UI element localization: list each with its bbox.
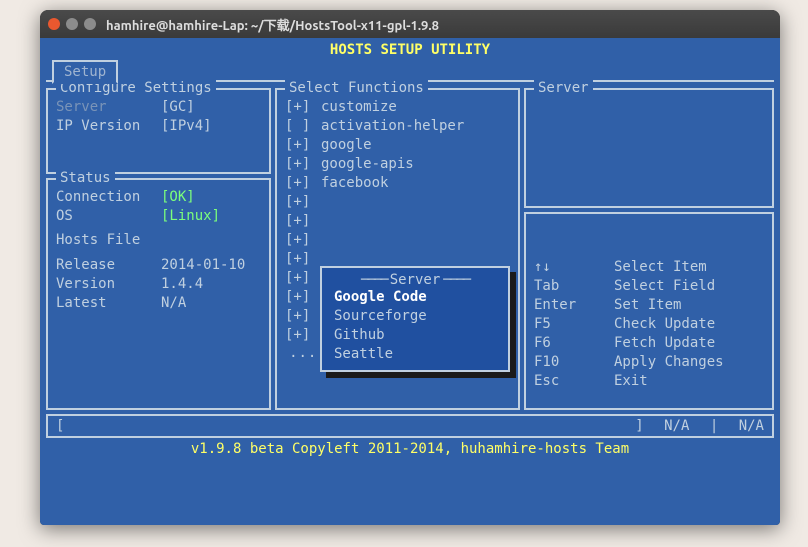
window-minimize-button[interactable] (66, 18, 78, 30)
statusbar-field2: N/A (739, 416, 764, 436)
help-row: EnterSet Item (534, 296, 764, 315)
help-desc: Check Update (614, 315, 715, 334)
help-row: ↑↓Select Item (534, 258, 764, 277)
server-panel: Server (524, 88, 774, 208)
release-label: Release (56, 256, 161, 275)
left-column: Configure Settings Server [GC] IP Versio… (46, 88, 271, 410)
popup-item-seattle[interactable]: Seattle (322, 345, 508, 364)
status-connection-label: Connection (56, 188, 161, 207)
status-panel: Status Connection [OK] OS [Linux] Hosts … (46, 178, 271, 410)
func-item[interactable]: [+]google (285, 136, 510, 155)
func-item[interactable]: [+]facebook (285, 174, 510, 193)
terminal-content: HOSTS SETUP UTILITY Setup Configure Sett… (40, 38, 780, 525)
help-row: F5Check Update (534, 315, 764, 334)
tab-row: Setup (46, 60, 774, 82)
window-titlebar[interactable]: hamhire@hamhire-Lap: ~/下载/HostsTool-x11-… (40, 10, 780, 38)
tab-setup[interactable]: Setup (52, 60, 118, 84)
status-os-value: [Linux] (161, 207, 220, 226)
latest-row: Latest N/A (56, 294, 261, 313)
help-key: F5 (534, 315, 614, 334)
window-title: hamhire@hamhire-Lap: ~/下载/HostsTool-x11-… (106, 15, 439, 34)
help-desc: Apply Changes (614, 353, 724, 372)
config-server-value: [GC] (161, 98, 195, 117)
latest-label: Latest (56, 294, 161, 313)
config-server-label: Server (56, 98, 161, 117)
statusbar-right-bracket: ] (635, 416, 643, 436)
func-item[interactable]: [+]google-apis (285, 155, 510, 174)
statusbar-right: ] N/A | N/A (635, 416, 764, 436)
help-desc: Select Item (614, 258, 707, 277)
status-os-row: OS [Linux] (56, 207, 261, 226)
help-key: ↑↓ (534, 258, 614, 277)
terminal-window: hamhire@hamhire-Lap: ~/下载/HostsTool-x11-… (40, 10, 780, 525)
app-title: HOSTS SETUP UTILITY (46, 40, 774, 60)
help-panel: ↑↓Select Item TabSelect Field EnterSet I… (524, 212, 774, 410)
statusbar-sep: | (710, 416, 718, 436)
server-panel-title: Server (534, 80, 593, 96)
help-key: F6 (534, 334, 614, 353)
statusbar-field1: N/A (664, 416, 689, 436)
help-key: Enter (534, 296, 614, 315)
func-item[interactable]: [+] (285, 231, 510, 250)
status-title: Status (56, 170, 115, 186)
release-row: Release 2014-01-10 (56, 256, 261, 275)
help-desc: Exit (614, 372, 648, 391)
popup-item-sourceforge[interactable]: Sourceforge (322, 307, 508, 326)
status-connection-row: Connection [OK] (56, 188, 261, 207)
release-value: 2014-01-10 (161, 256, 245, 275)
func-item[interactable]: [+] (285, 212, 510, 231)
functions-title: Select Functions (285, 80, 428, 96)
help-key: Tab (534, 277, 614, 296)
server-popup[interactable]: Server Google Code Sourceforge Github Se… (320, 266, 510, 372)
help-row: F10Apply Changes (534, 353, 764, 372)
help-row: EscExit (534, 372, 764, 391)
status-bar: [ ] N/A | N/A (46, 414, 774, 438)
help-desc: Set Item (614, 296, 681, 315)
version-row: Version 1.4.4 (56, 275, 261, 294)
help-key: Esc (534, 372, 614, 391)
help-key: F10 (534, 353, 614, 372)
func-item[interactable]: [ ]activation-helper (285, 117, 510, 136)
statusbar-left-bracket: [ (56, 416, 635, 436)
help-row: F6Fetch Update (534, 334, 764, 353)
help-desc: Select Field (614, 277, 715, 296)
popup-title: Server (322, 272, 508, 288)
config-ipver-row[interactable]: IP Version [IPv4] (56, 117, 261, 136)
window-close-button[interactable] (48, 18, 60, 30)
configure-panel: Configure Settings Server [GC] IP Versio… (46, 88, 271, 174)
window-buttons (48, 18, 96, 30)
config-ipver-value: [IPv4] (161, 117, 212, 136)
config-ipver-label: IP Version (56, 117, 161, 136)
func-item[interactable]: [+]customize (285, 98, 510, 117)
version-value: 1.4.4 (161, 275, 203, 294)
hosts-file-header: Hosts File (56, 232, 261, 248)
config-server-row[interactable]: Server [GC] (56, 98, 261, 117)
help-row: TabSelect Field (534, 277, 764, 296)
status-os-label: OS (56, 207, 161, 226)
latest-value: N/A (161, 294, 186, 313)
popup-item-google-code[interactable]: Google Code (322, 288, 508, 307)
func-item[interactable]: [+] (285, 193, 510, 212)
window-maximize-button[interactable] (84, 18, 96, 30)
right-column: Server ↑↓Select Item TabSelect Field Ent… (524, 88, 774, 410)
status-connection-value: [OK] (161, 188, 195, 207)
footer-text: v1.9.8 beta Copyleft 2011-2014, huhamhir… (46, 440, 774, 458)
popup-item-github[interactable]: Github (322, 326, 508, 345)
help-desc: Fetch Update (614, 334, 715, 353)
version-label: Version (56, 275, 161, 294)
